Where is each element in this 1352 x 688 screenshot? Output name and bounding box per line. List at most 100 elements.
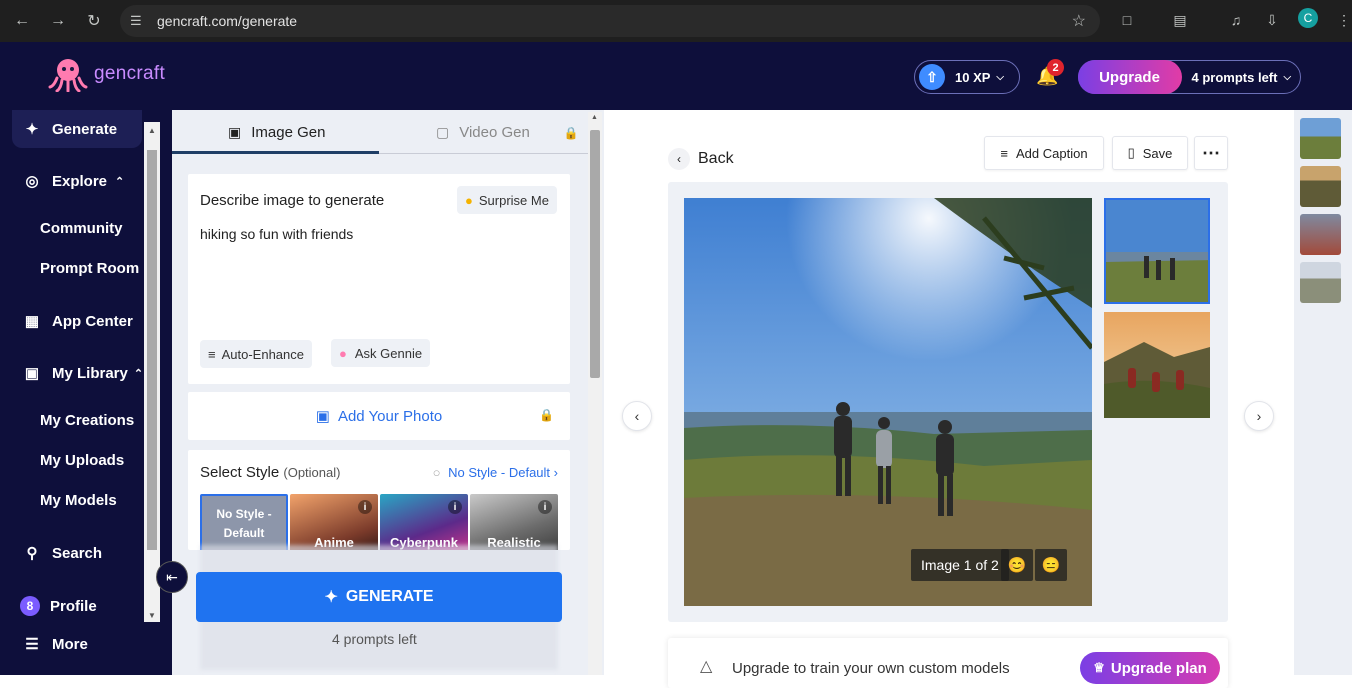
extensions-icon[interactable]: □	[1116, 9, 1138, 31]
history-thumbnail[interactable]	[1300, 166, 1341, 207]
upgrade-plan-label: Upgrade plan	[1110, 659, 1207, 677]
sidebar-item-label: Profile	[50, 597, 97, 615]
upgrade-group: Upgrade 4 prompts left ⌵	[1077, 60, 1301, 94]
more-options-button[interactable]: ⋯	[1194, 136, 1228, 170]
lock-icon: 🔒	[563, 125, 579, 140]
style-option-no-style[interactable]: No Style - Default	[200, 494, 288, 550]
sidebar-scrollbar[interactable]: ▲ ▼	[144, 122, 160, 622]
add-image-icon: ▣	[315, 408, 330, 425]
tab-video-gen[interactable]: ▢ Video Gen 🔒	[436, 124, 579, 141]
history-thumbnail[interactable]	[1300, 262, 1341, 303]
scrollbar-thumb[interactable]	[590, 130, 600, 378]
auto-enhance-button[interactable]: ≡ Auto-Enhance	[200, 340, 312, 368]
lightbulb-icon: △	[700, 658, 713, 675]
address-bar[interactable]: ☰ gencraft.com/generate ☆	[120, 5, 1100, 37]
sidebar-item-prompt-room[interactable]: Prompt Room	[40, 260, 139, 277]
sidebar-item-label: Explore	[52, 172, 108, 190]
panel-scrollbar[interactable]: ▲	[588, 112, 602, 675]
upgrade-plan-button[interactable]: ♕ Upgrade plan	[1080, 652, 1220, 684]
sidebar-item-label: My Library	[52, 364, 128, 382]
chevron-left-icon: ‹	[668, 148, 690, 170]
back-button[interactable]: ‹ Back	[668, 148, 734, 170]
sidebar-item-search[interactable]: ⚲ Search	[24, 544, 103, 563]
sidebar-item-my-uploads[interactable]: My Uploads	[40, 452, 124, 469]
prompt-textarea[interactable]: hiking so fun with friends	[200, 226, 353, 242]
style-option-realistic[interactable]: i Realistic	[470, 494, 558, 550]
browser-toolbar: ← → ↻ ☰ gencraft.com/generate ☆ □ ▤ ♫ ⇩ …	[0, 0, 1352, 42]
style-option-anime[interactable]: i Anime	[290, 494, 378, 550]
sidebar-item-explore[interactable]: ◎ Explore ⌃	[24, 172, 124, 191]
forward-arrow-icon[interactable]: →	[46, 9, 70, 33]
sidebar-item-my-creations[interactable]: My Creations	[40, 412, 134, 429]
scroll-up-arrow-icon[interactable]: ▲	[148, 126, 156, 135]
info-icon[interactable]: i	[538, 500, 552, 514]
sidebar-item-more[interactable]: ☰ More	[24, 635, 88, 654]
save-button[interactable]: ▯ Save	[1112, 136, 1188, 170]
sidebar-item-label: Generate	[52, 120, 118, 138]
sidebar-item-generate[interactable]: ✦ Generate	[24, 120, 118, 139]
sidebar: ✦ Generate ◎ Explore ⌃ Community Prompt …	[0, 110, 172, 675]
sidebar-item-profile[interactable]: 8 Profile	[20, 596, 97, 616]
app-header: gencraft ⇧ 10 XP ⌵ 🔔 2 Upgrade 4 prompts…	[0, 42, 1352, 110]
sidebar-item-label: More	[52, 635, 88, 653]
notifications-bell[interactable]: 🔔 2	[1036, 59, 1064, 90]
thumbnail-image-2[interactable]	[1104, 312, 1210, 418]
gennie-octopus-icon: ●	[339, 345, 347, 361]
scroll-up-arrow-icon[interactable]: ▲	[591, 114, 598, 121]
sidebar-item-my-models[interactable]: My Models	[40, 492, 117, 509]
history-thumbnail[interactable]	[1300, 214, 1341, 255]
generate-button[interactable]: ✦ GENERATE	[196, 572, 562, 622]
thumbnail-image-1[interactable]	[1104, 198, 1210, 304]
xp-dropdown[interactable]: ⇧ 10 XP ⌵	[914, 60, 1020, 94]
optional-label: (Optional)	[283, 465, 341, 480]
sidebar-item-community[interactable]: Community	[40, 220, 123, 237]
gencraft-logo[interactable]: gencraft	[48, 56, 165, 92]
style-label: No Style - Default	[216, 507, 272, 540]
gen-tabs: ▣ Image Gen ▢ Video Gen 🔒	[172, 110, 588, 154]
add-caption-button[interactable]: ≡ Add Caption	[984, 136, 1104, 170]
prompts-left-dropdown[interactable]: 4 prompts left	[1192, 70, 1278, 85]
downloads-icon[interactable]: ⇩	[1261, 9, 1283, 31]
generate-label: GENERATE	[345, 588, 434, 605]
bookmark-star-icon[interactable]: ☆	[1072, 11, 1086, 31]
add-photo-card[interactable]: ▣ Add Your Photo 🔒	[188, 392, 570, 440]
notification-badge: 2	[1047, 59, 1064, 76]
info-icon[interactable]: i	[448, 500, 462, 514]
generated-image-main[interactable]	[684, 198, 1092, 606]
select-style-label: Select Style	[200, 464, 280, 481]
reload-icon[interactable]: ↻	[82, 9, 106, 33]
chevron-down-icon: ⌵	[1283, 71, 1292, 83]
profile-avatar[interactable]: C	[1298, 8, 1318, 28]
tab-image-gen[interactable]: ▣ Image Gen	[228, 124, 325, 141]
apps-grid-icon: ▦	[24, 313, 40, 330]
scrollbar-thumb[interactable]	[147, 150, 157, 550]
browser-menu-icon[interactable]: ⋮	[1333, 9, 1352, 31]
like-emoji-icon[interactable]: 😊	[1001, 549, 1033, 581]
prompt-card: Describe image to generate ● Surprise Me…	[188, 174, 570, 384]
collapse-sidebar-button[interactable]: ⇤	[156, 561, 188, 593]
back-arrow-icon[interactable]: ←	[10, 9, 34, 33]
surprise-me-button[interactable]: ● Surprise Me	[457, 186, 557, 214]
previous-image-button[interactable]: ‹	[622, 401, 652, 431]
surprise-me-label: Surprise Me	[478, 192, 549, 208]
next-image-button[interactable]: ›	[1244, 401, 1274, 431]
dislike-emoji-icon[interactable]: 😑	[1035, 549, 1067, 581]
sidebar-item-my-library[interactable]: ▣ My Library ⌃	[24, 364, 143, 383]
crown-icon: ♕	[1093, 660, 1105, 675]
site-info-icon[interactable]: ☰	[130, 13, 142, 29]
style-option-cyberpunk[interactable]: i Cyberpunk	[380, 494, 468, 550]
scroll-down-arrow-icon[interactable]: ▼	[148, 611, 156, 620]
history-thumbnail[interactable]	[1300, 118, 1341, 159]
info-icon[interactable]: i	[358, 500, 372, 514]
media-control-icon[interactable]: ♫	[1225, 9, 1247, 31]
upgrade-promo-banner: △ Upgrade to train your own custom model…	[668, 638, 1228, 688]
upgrade-button[interactable]: Upgrade	[1077, 60, 1182, 94]
back-label: Back	[698, 150, 734, 167]
style-default-link[interactable]: ○ No Style - Default ›	[433, 465, 558, 480]
add-photo-button[interactable]: ▣ Add Your Photo 🔒	[188, 392, 570, 440]
prompts-left-text: 4 prompts left	[332, 631, 417, 647]
sidebar-item-app-center[interactable]: ▦ App Center	[24, 312, 133, 331]
ask-gennie-button[interactable]: ● Ask Gennie	[331, 339, 431, 367]
chevron-left-icon: ‹	[634, 408, 640, 424]
reading-mode-icon[interactable]: ▤	[1169, 9, 1191, 31]
